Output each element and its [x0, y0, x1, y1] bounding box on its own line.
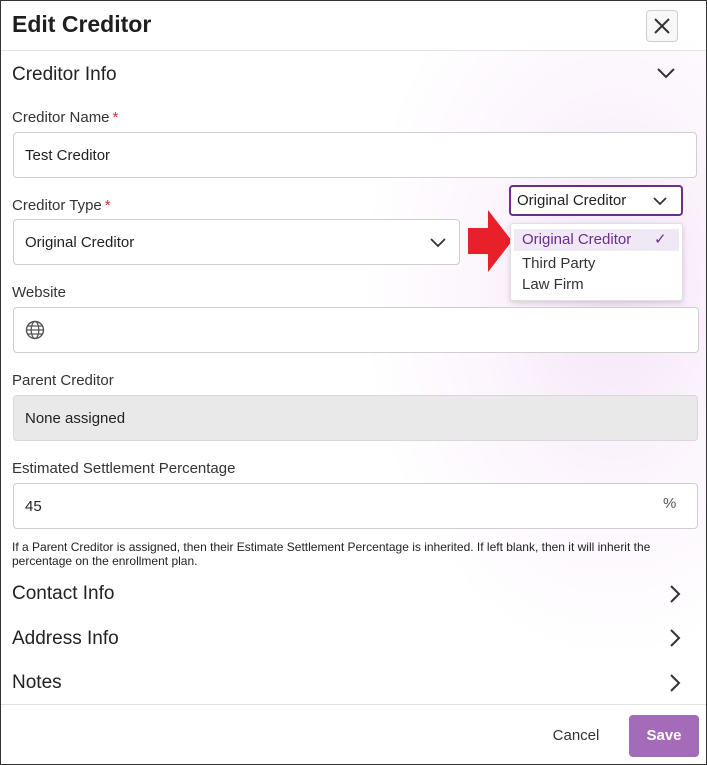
settlement-percentage-value: 45 [25, 497, 42, 515]
save-button[interactable]: Save [629, 715, 699, 757]
chevron-right-icon[interactable] [667, 672, 683, 694]
close-button[interactable] [646, 10, 678, 42]
creditor-name-input[interactable]: Test Creditor [13, 132, 697, 178]
check-icon: ✓ [654, 231, 667, 248]
section-title-creditor-info[interactable]: Creditor Info [12, 64, 117, 86]
section-title-notes[interactable]: Notes [12, 672, 62, 694]
creditor-type-dropdown-trigger[interactable]: Original Creditor [509, 185, 683, 216]
close-icon [654, 18, 670, 34]
globe-icon [25, 320, 45, 340]
section-title-contact-info[interactable]: Contact Info [12, 583, 114, 605]
chevron-down-icon[interactable] [655, 65, 677, 81]
parent-creditor-field: None assigned [13, 395, 698, 441]
red-arrow-icon [468, 210, 512, 272]
dialog-header: Edit Creditor [1, 1, 706, 51]
chevron-right-icon[interactable] [667, 583, 683, 605]
settlement-percentage-label: Estimated Settlement Percentage [12, 460, 236, 477]
settlement-help-text: If a Parent Creditor is assigned, then t… [12, 540, 651, 568]
creditor-name-value: Test Creditor [25, 146, 111, 164]
website-input[interactable] [13, 307, 699, 353]
required-mark: * [104, 197, 111, 214]
website-label: Website [12, 284, 66, 301]
dialog-footer: Cancel Save [1, 704, 706, 764]
creditor-type-dropdown-list: Original Creditor ✓ Third Party Law Firm [510, 223, 683, 301]
chevron-down-icon [653, 197, 667, 206]
settlement-percentage-input[interactable]: 45 % [13, 483, 698, 529]
creditor-name-label: Creditor Name * [12, 109, 118, 126]
chevron-down-icon [430, 238, 446, 248]
option-label: Law Firm [522, 276, 584, 293]
required-mark: * [112, 109, 119, 126]
section-title-address-info[interactable]: Address Info [12, 628, 119, 650]
cancel-button[interactable]: Cancel [541, 722, 611, 750]
creditor-type-value: Original Creditor [25, 233, 135, 251]
creditor-type-dropdown-value: Original Creditor [517, 192, 627, 209]
chevron-right-icon[interactable] [667, 627, 683, 649]
dropdown-option-law-firm[interactable]: Law Firm [514, 274, 679, 296]
edit-creditor-dialog: Edit Creditor Creditor Info Creditor Nam… [0, 0, 707, 765]
creditor-type-label-text: Creditor Type [12, 197, 102, 214]
parent-creditor-value: None assigned [25, 409, 126, 427]
creditor-type-label: Creditor Type * [12, 197, 111, 214]
dropdown-option-original-creditor[interactable]: Original Creditor ✓ [514, 229, 679, 251]
option-label: Original Creditor [522, 231, 632, 248]
creditor-name-label-text: Creditor Name [12, 109, 110, 126]
creditor-type-select[interactable]: Original Creditor [13, 219, 460, 265]
parent-creditor-label: Parent Creditor [12, 372, 114, 389]
percent-icon: % [663, 495, 677, 512]
dialog-title: Edit Creditor [12, 11, 152, 37]
option-label: Third Party [522, 255, 596, 272]
dropdown-option-third-party[interactable]: Third Party [514, 253, 679, 275]
